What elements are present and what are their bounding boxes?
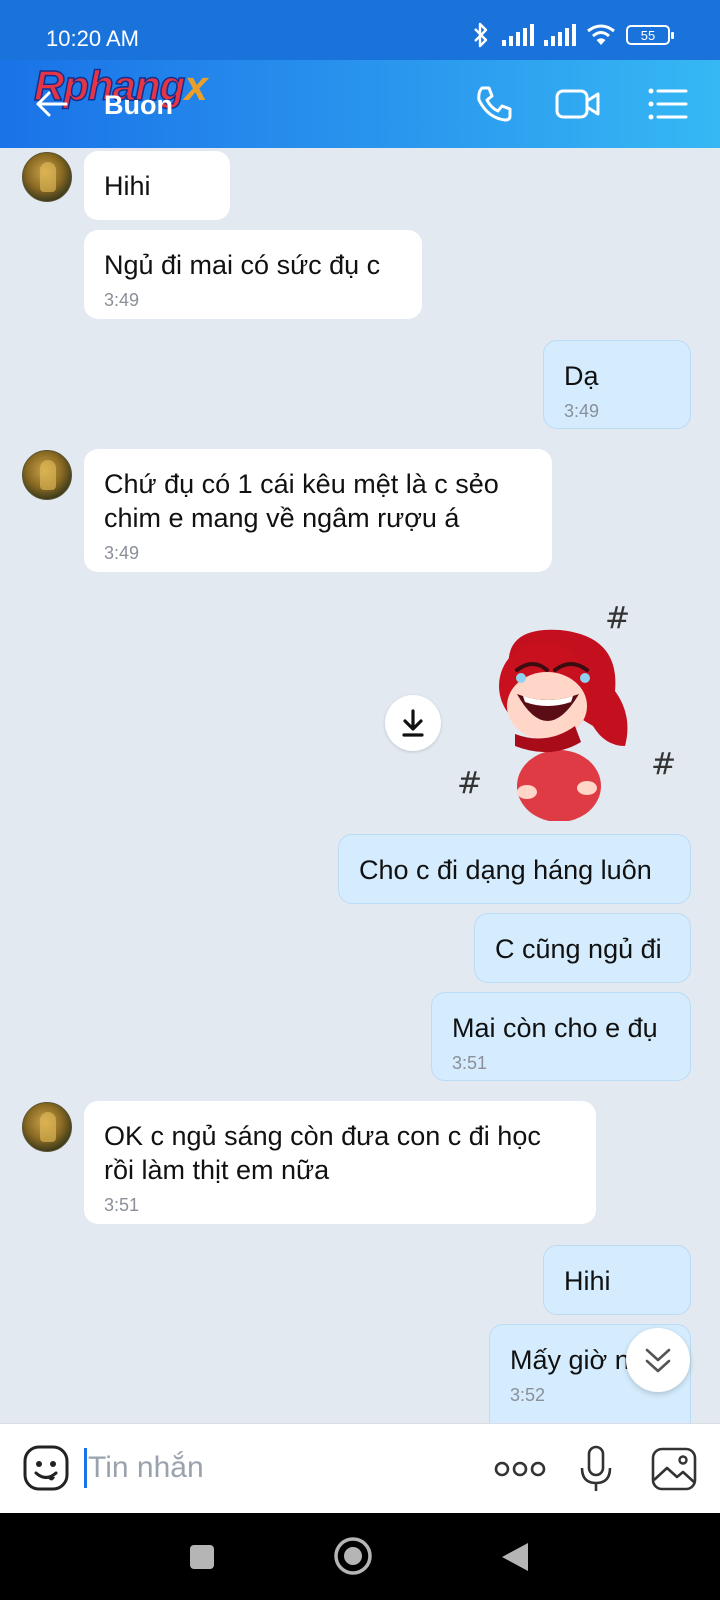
composer-bar	[0, 1423, 720, 1513]
recent-apps-icon[interactable]	[182, 1537, 222, 1577]
message-bubble[interactable]: OK c ngủ sáng còn đưa con c đi học rồi l…	[84, 1101, 596, 1224]
message-time: 3:49	[564, 401, 600, 421]
bluetooth-icon	[474, 22, 488, 48]
message-bubble[interactable]: Cho c đi dạng háng luôn	[338, 834, 691, 904]
avatar[interactable]	[22, 1102, 72, 1152]
message-bubble[interactable]: Hihi	[84, 151, 230, 220]
laughing-girl-sticker[interactable]: # # #	[455, 596, 690, 821]
microphone-icon[interactable]	[576, 1444, 616, 1494]
avatar[interactable]	[22, 450, 72, 500]
avatar[interactable]	[22, 152, 72, 202]
download-icon[interactable]	[385, 695, 441, 751]
back-triangle-icon[interactable]	[496, 1537, 536, 1577]
message-bubble[interactable]: Dạ 3:49	[543, 340, 691, 429]
phone-icon[interactable]	[470, 80, 518, 128]
message-bubble[interactable]: Hihi	[543, 1245, 691, 1315]
message-time: 3:49	[104, 290, 140, 310]
message-list[interactable]: Hihi Ngủ đi mai có sức đụ c 3:49 Dạ 3:49…	[0, 148, 720, 1423]
message-text: OK c ngủ sáng còn đưa con c đi học rồi l…	[104, 1121, 541, 1185]
chat-header: Rphangx Buon	[0, 60, 720, 148]
message-text: Cho c đi dạng háng luôn	[359, 855, 652, 885]
message-input[interactable]	[88, 1444, 468, 1492]
contact-name[interactable]: Buon	[104, 90, 173, 121]
sticker-mark: #	[457, 766, 482, 801]
message-bubble[interactable]: Ngủ đi mai có sức đụ c 3:49	[84, 230, 422, 319]
message-bubble[interactable]: Mai còn cho e đụ 3:51	[431, 992, 691, 1081]
signal-icon	[544, 24, 576, 46]
message-text: Chứ đụ có 1 cái kêu mệt là c sẻo chim e …	[104, 469, 499, 533]
system-nav-bar	[0, 1513, 720, 1600]
message-text: Hihi	[104, 171, 151, 201]
home-icon[interactable]	[332, 1535, 374, 1577]
battery-level: 55	[640, 27, 656, 43]
text-cursor	[84, 1448, 87, 1488]
status-time: 10:20 AM	[46, 26, 139, 51]
battery-icon: 55	[626, 25, 674, 45]
back-arrow-icon[interactable]	[32, 84, 72, 124]
scroll-to-bottom-icon[interactable]	[626, 1328, 690, 1392]
message-text: Dạ	[564, 361, 599, 391]
status-icons: 55	[470, 22, 674, 48]
message-time: 3:49	[104, 543, 140, 563]
emoji-icon[interactable]	[22, 1444, 70, 1492]
sticker-mark: #	[651, 747, 676, 782]
message-text: Mai còn cho e đụ	[452, 1013, 658, 1043]
status-bar: 10:20 AM 55	[0, 0, 720, 60]
message-text: C cũng ngủ đi	[495, 934, 662, 964]
list-menu-icon[interactable]	[644, 80, 692, 128]
more-dots-icon[interactable]	[494, 1454, 546, 1484]
signal-icon	[502, 24, 534, 46]
message-time: 3:51	[452, 1053, 488, 1073]
wifi-icon	[587, 24, 615, 45]
message-bubble[interactable]: Chứ đụ có 1 cái kêu mệt là c sẻo chim e …	[84, 449, 552, 572]
image-icon[interactable]	[650, 1446, 698, 1492]
message-bubble[interactable]: C cũng ngủ đi	[474, 913, 691, 983]
video-camera-icon[interactable]	[554, 80, 602, 128]
message-time: 3:51	[104, 1195, 140, 1215]
message-text: Hihi	[564, 1266, 611, 1296]
sticker-mark: #	[605, 601, 630, 636]
message-text: Ngủ đi mai có sức đụ c	[104, 250, 381, 280]
